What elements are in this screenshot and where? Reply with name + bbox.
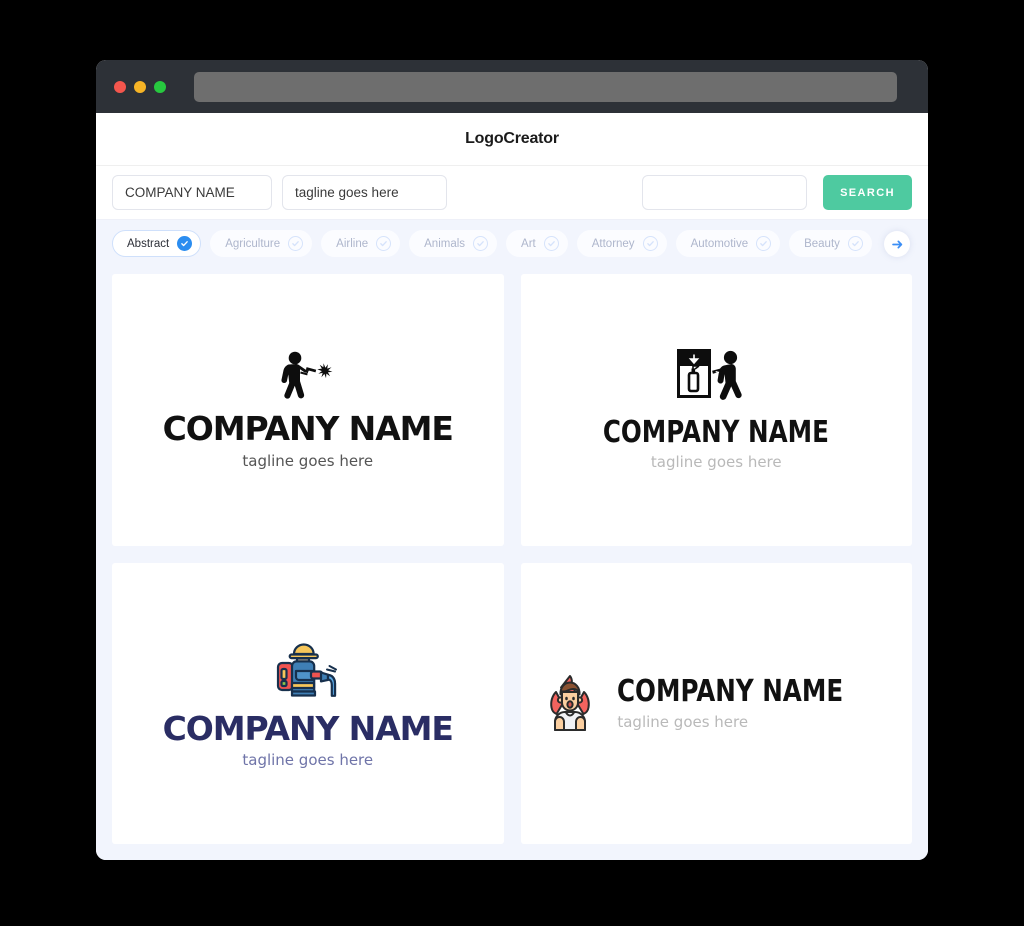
keyword-input[interactable] [642,175,807,210]
check-circle-icon [376,236,392,251]
category-chip-label: Airline [336,237,369,250]
category-chip-list: Abstract Agriculture Airline Animals Art Atto… [112,230,912,257]
category-chip-automotive[interactable]: Automotive [675,230,781,257]
logo-card[interactable]: COMPANY NAME tagline goes here [520,274,912,546]
logo-text: COMPANY NAME tagline goes here [162,409,454,470]
logo-company-name: COMPANY NAME [162,708,454,748]
check-circle-icon [543,236,559,251]
search-toolbar: SEARCH [96,166,928,220]
logo-preview: COMPANY NAME tagline goes here [578,348,854,472]
window-controls [114,80,166,93]
logo-card[interactable]: COMPANY NAME tagline goes here [112,274,504,546]
flaming-person-icon [539,672,601,734]
browser-window: LogoCreator SEARCH Abstract Agriculture Ai… [96,60,928,860]
category-chip-animals[interactable]: Animals [409,230,498,257]
category-filter-bar: Abstract Agriculture Airline Animals Art Atto… [96,220,928,268]
address-bar[interactable] [194,71,897,102]
firefighter-hose-icon [272,638,344,704]
logo-tagline: tagline goes here [242,751,374,770]
category-chip-attorney[interactable]: Attorney [576,230,667,257]
shooter-silhouette-icon [275,350,341,404]
search-button[interactable]: SEARCH [823,175,912,210]
company-name-input[interactable] [112,175,272,210]
logo-preview: COMPANY NAME tagline goes here [539,672,893,734]
logo-card[interactable]: COMPANY NAME tagline goes here [520,562,912,844]
fire-extinguisher-sign-icon [677,348,755,409]
minimize-window-button[interactable] [134,80,146,93]
screen-root: LogoCreator SEARCH Abstract Agriculture Ai… [0,0,1024,926]
logo-tagline: tagline goes here [617,712,749,731]
category-chip-label: Animals [424,237,466,250]
page-title: LogoCreator [465,130,559,147]
check-circle-icon [177,236,193,251]
logo-text: COMPANY NAME tagline goes here [617,676,893,731]
logo-results-grid: COMPANY NAME tagline goes here COMPANY N… [96,268,928,860]
category-chip-label: Beauty [804,237,840,250]
category-chip-agriculture[interactable]: Agriculture [210,230,313,257]
logo-tagline: tagline goes here [242,451,374,470]
category-chip-label: Agriculture [225,237,281,250]
logo-card[interactable]: COMPANY NAME tagline goes here [112,562,504,844]
app-header: LogoCreator [96,113,928,166]
category-chip-abstract[interactable]: Abstract [112,230,202,257]
browser-titlebar [96,60,928,113]
logo-company-name: COMPANY NAME [162,409,454,449]
logo-tagline: tagline goes here [650,453,782,472]
check-circle-icon [288,236,304,251]
check-circle-icon [847,236,863,251]
category-chip-label: Art [521,237,536,250]
check-circle-icon [473,236,489,251]
check-circle-icon [642,236,658,251]
logo-preview: COMPANY NAME tagline goes here [162,638,454,770]
category-chip-label: Attorney [591,237,635,250]
arrow-right-icon [891,240,902,248]
category-chip-label: Automotive [690,237,749,250]
check-circle-icon [756,236,772,251]
category-chip-label: Abstract [127,237,170,250]
maximize-window-button[interactable] [154,80,166,93]
logo-preview: COMPANY NAME tagline goes here [162,350,454,470]
logo-text: COMPANY NAME tagline goes here [162,708,454,770]
category-chip-beauty[interactable]: Beauty [789,230,872,257]
tagline-input[interactable] [282,175,447,210]
category-chip-airline[interactable]: Airline [321,230,401,257]
next-categories-button[interactable] [884,231,910,257]
logo-company-name: COMPANY NAME [603,414,830,450]
logo-text: COMPANY NAME tagline goes here [578,417,854,472]
category-chip-art[interactable]: Art [506,230,568,257]
close-window-button[interactable] [114,80,126,93]
logo-company-name: COMPANY NAME [617,674,844,710]
